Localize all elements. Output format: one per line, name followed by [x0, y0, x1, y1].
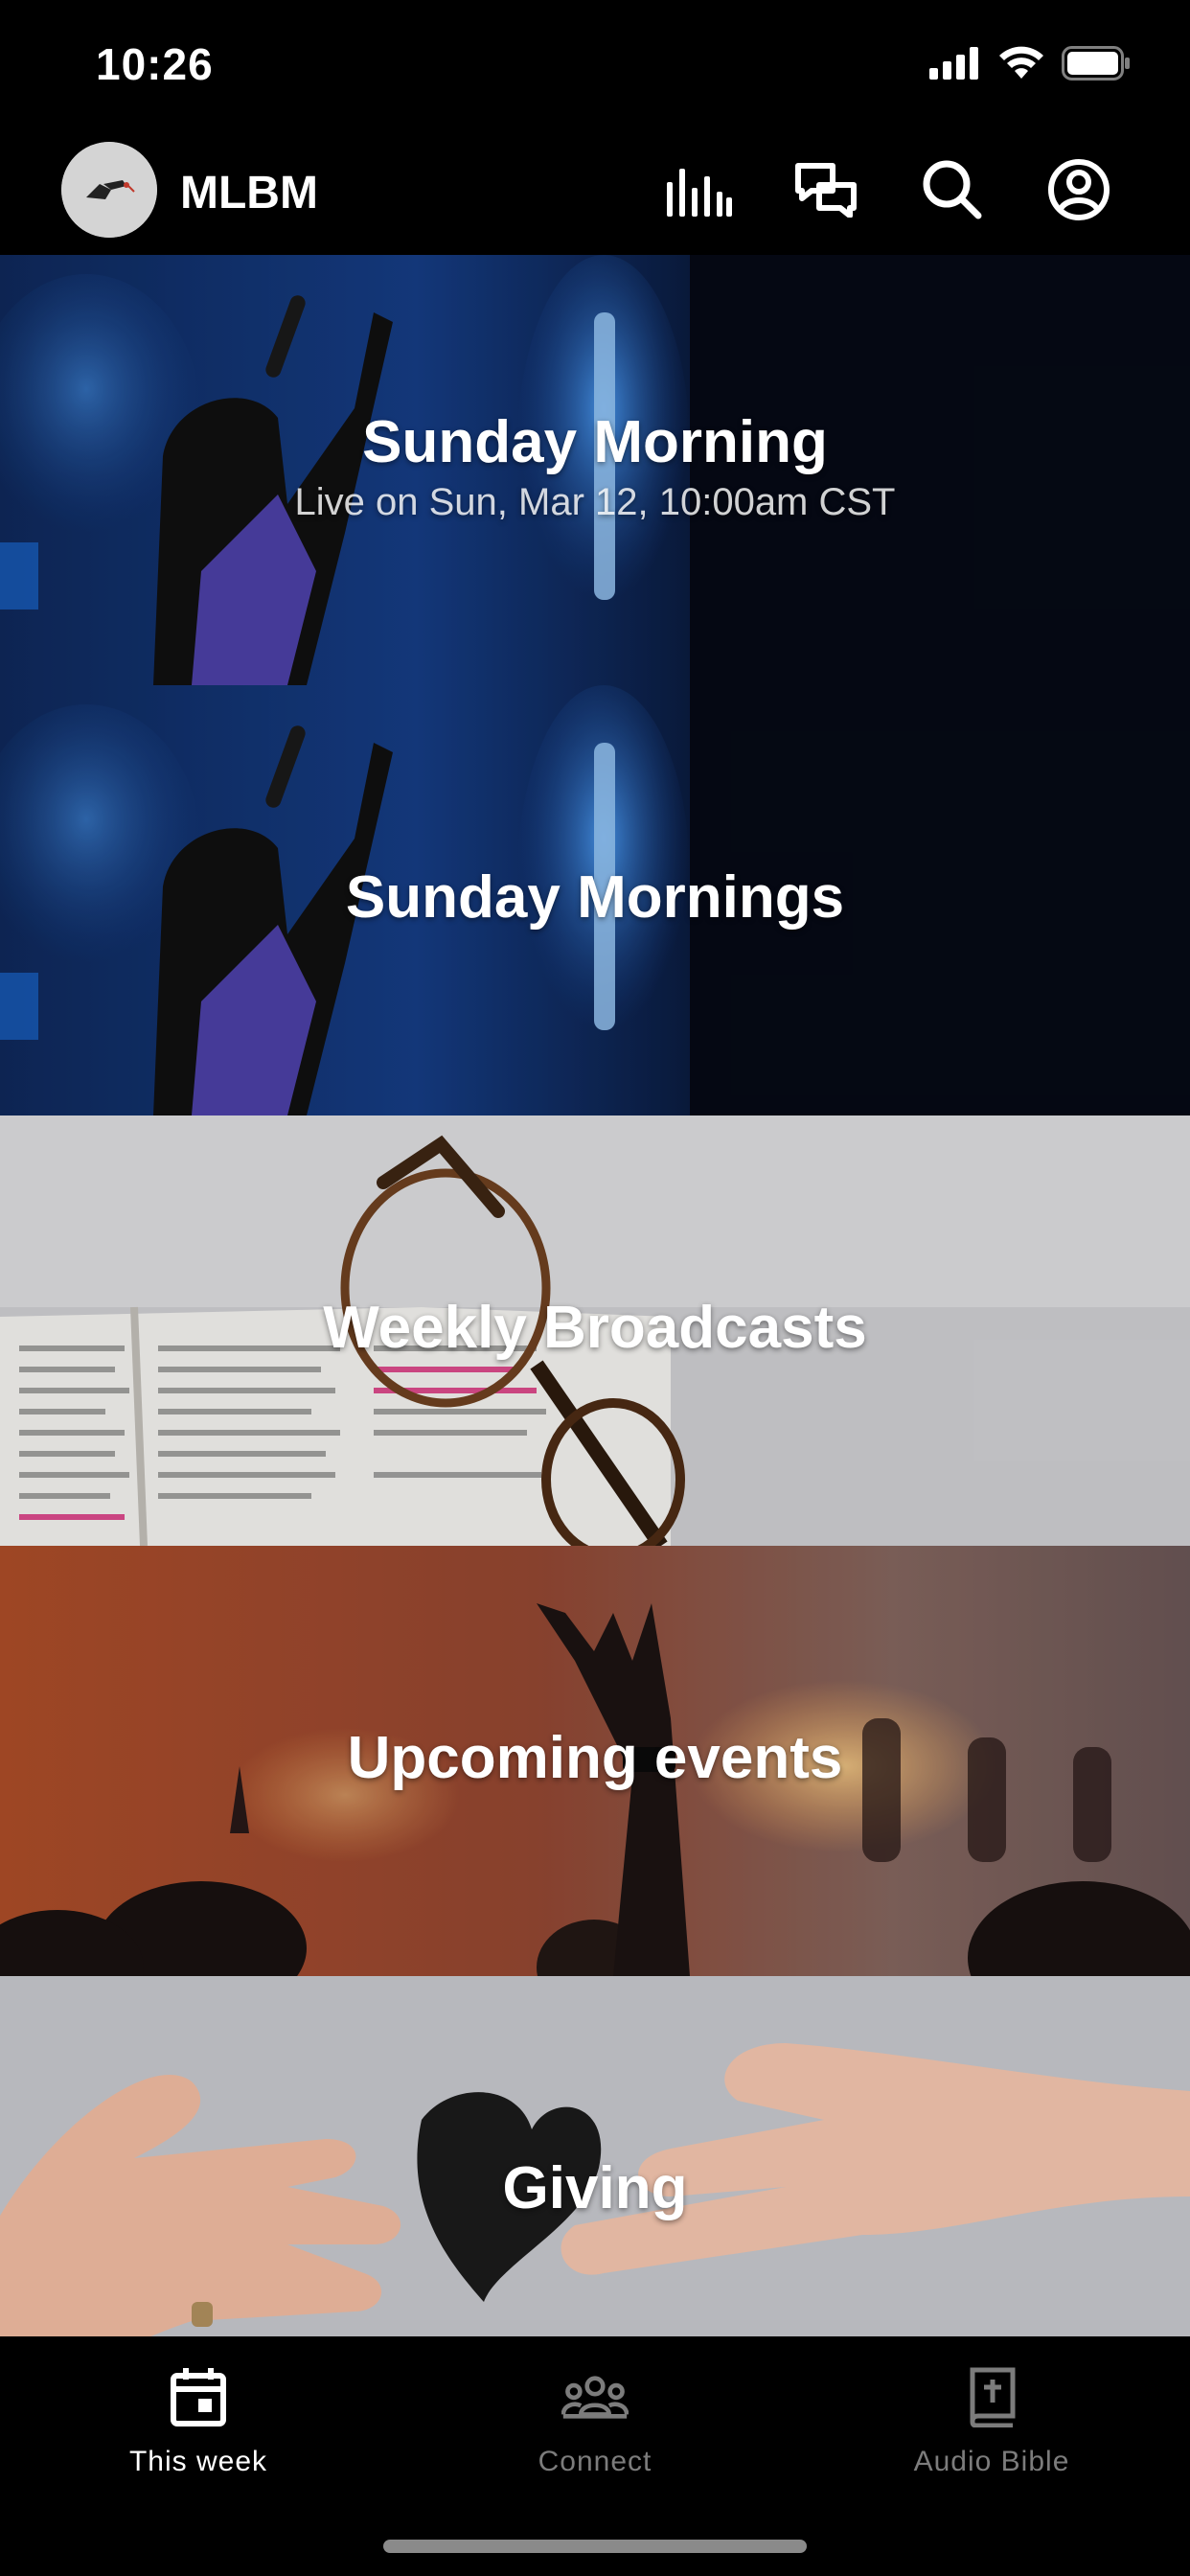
status-time: 10:26 — [96, 39, 214, 89]
group-icon — [561, 2363, 629, 2430]
feed-card-weekly-broadcasts[interactable]: Weekly Broadcasts — [0, 1116, 1190, 1546]
app-name: MLBM — [180, 168, 318, 218]
card-subtitle: Live on Sun, Mar 12, 10:00am CST — [294, 481, 896, 523]
card-title: Sunday Mornings — [345, 864, 845, 931]
battery-icon — [1062, 46, 1130, 80]
status-bar: 10:26 — [0, 0, 1190, 134]
search-icon[interactable] — [918, 155, 987, 224]
home-indicator[interactable] — [383, 2540, 807, 2553]
audio-levels-icon[interactable] — [665, 155, 734, 224]
tab-this-week[interactable]: This week — [0, 2336, 397, 2509]
tab-label: Connect — [538, 2446, 652, 2477]
status-icons — [929, 46, 1131, 80]
church-logo[interactable] — [61, 142, 157, 238]
card-title: Weekly Broadcasts — [323, 1295, 867, 1361]
feed-card-sunday-morning[interactable]: Sunday Morning Live on Sun, Mar 12, 10:0… — [0, 255, 1190, 685]
tab-connect[interactable]: Connect — [397, 2336, 793, 2509]
feed-card-sunday-mornings[interactable]: Sunday Mornings — [0, 685, 1190, 1116]
tab-label: Audio Bible — [913, 2446, 1070, 2477]
chat-bubbles-icon[interactable] — [791, 155, 860, 224]
tab-audio-bible[interactable]: Audio Bible — [793, 2336, 1190, 2509]
cellular-signal-icon — [929, 47, 978, 80]
account-icon[interactable] — [1044, 155, 1113, 224]
feed-card-upcoming-events[interactable]: Upcoming events — [0, 1546, 1190, 1976]
calendar-icon — [165, 2363, 232, 2430]
content-feed: Sunday Morning Live on Sun, Mar 12, 10:0… — [0, 255, 1190, 2406]
wifi-icon — [999, 46, 1043, 79]
card-title: Upcoming events — [347, 1725, 843, 1791]
card-title: Giving — [502, 2155, 688, 2221]
card-title: Sunday Morning — [362, 409, 828, 475]
bible-book-icon — [958, 2363, 1025, 2430]
app-header: MLBM — [0, 134, 1190, 255]
tab-label: This week — [128, 2446, 268, 2477]
